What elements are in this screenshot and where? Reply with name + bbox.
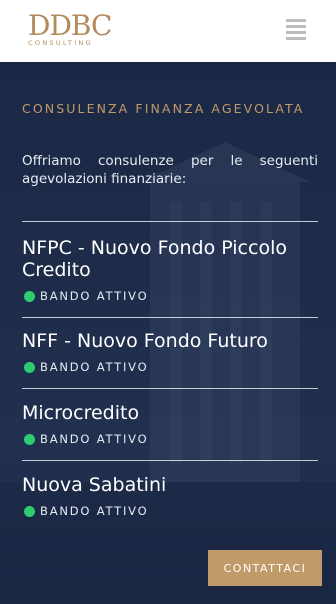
site-header: DDBC CONSULTING	[0, 0, 336, 62]
service-title-microcredito[interactable]: Microcredito	[22, 402, 322, 424]
active-status-dot-icon	[24, 433, 35, 445]
ddbc-logo[interactable]: DDBC CONSULTING	[24, 10, 112, 50]
service-title-nfpc[interactable]: NFPC - Nuovo Fondo Piccolo Credito	[22, 237, 322, 281]
hero-section: CONSULENZA FINANZA AGEVOLATA Offriamo co…	[0, 62, 336, 604]
section-eyebrow: CONSULENZA FINANZA AGEVOLATA	[22, 101, 305, 116]
divider	[22, 221, 318, 222]
intro-text: Offriamo consulenze per le seguenti agev…	[22, 153, 318, 187]
menu-bar	[286, 37, 306, 40]
status-badge: BANDO ATTIVO	[24, 432, 148, 446]
service-title-nuova-sabatini[interactable]: Nuova Sabatini	[22, 474, 322, 496]
status-label: BANDO ATTIVO	[40, 360, 149, 374]
menu-bar	[286, 25, 306, 28]
status-label: BANDO ATTIVO	[40, 432, 149, 446]
divider	[22, 388, 318, 389]
service-title-nff[interactable]: NFF - Nuovo Fondo Futuro	[22, 330, 322, 352]
status-badge: BANDO ATTIVO	[24, 289, 148, 303]
divider	[22, 460, 318, 461]
active-status-dot-icon	[24, 361, 35, 373]
menu-bar	[286, 31, 306, 34]
contact-button[interactable]: CONTATTACI	[208, 550, 322, 586]
divider	[22, 317, 318, 318]
status-badge: BANDO ATTIVO	[24, 360, 148, 374]
menu-bar	[286, 19, 306, 22]
active-status-dot-icon	[24, 505, 35, 517]
status-badge: BANDO ATTIVO	[24, 504, 148, 518]
active-status-dot-icon	[24, 290, 35, 302]
hamburger-menu-icon[interactable]	[284, 17, 308, 41]
status-label: BANDO ATTIVO	[40, 504, 149, 518]
logo-subtitle: CONSULTING	[28, 39, 93, 47]
status-label: BANDO ATTIVO	[40, 289, 149, 303]
